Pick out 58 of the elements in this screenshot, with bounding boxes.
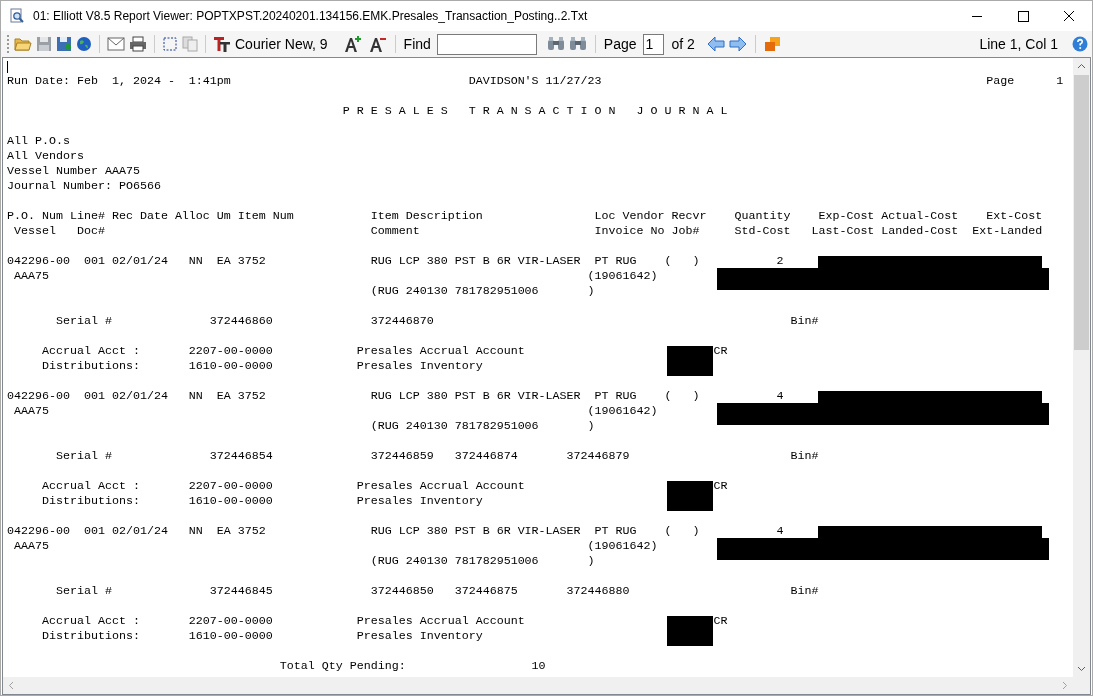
redaction-bar bbox=[667, 481, 713, 511]
globe-icon[interactable] bbox=[76, 36, 92, 52]
page-field[interactable]: 1 bbox=[642, 33, 664, 55]
report-line: (RUG 240130 781782951006 ) bbox=[369, 419, 595, 433]
report-line: All P.O.s bbox=[7, 134, 70, 148]
save-plus-icon[interactable] bbox=[56, 36, 72, 52]
report-line: (RUG 240130 781782951006 ) bbox=[369, 554, 595, 568]
report-line: Accrual Acct : 2207-00-0000 Presales Accrual Account CR bbox=[40, 479, 728, 493]
tiles-icon[interactable] bbox=[763, 36, 782, 52]
folder-icon[interactable] bbox=[14, 36, 32, 52]
report-line: (RUG 240130 781782951006 ) bbox=[369, 284, 595, 298]
app-icon bbox=[9, 8, 25, 24]
report-line: 042296-00 001 02/01/24 NN EA 3752 RUG LCP 380 PST B 6R VIR-LASER PT RUG ( ) 2 bbox=[7, 254, 784, 268]
redaction-bar bbox=[667, 616, 713, 646]
page-count: of 2 bbox=[671, 34, 695, 54]
report-line: P.O. Num Line# Rec Date Alloc Um Item Num Item Description Loc Vendor Recvr Quantity Exp-Cost Actual-Cost Ext-Cost bbox=[7, 209, 1043, 223]
report-line: Distributions: 1610-00-0000 Presales Inventory bbox=[40, 629, 483, 643]
font-smaller-icon[interactable] bbox=[368, 35, 387, 53]
save-icon[interactable] bbox=[36, 36, 52, 52]
scrollbar-thumb[interactable] bbox=[1074, 75, 1089, 350]
arrow-left-icon[interactable] bbox=[706, 36, 725, 52]
text-cursor bbox=[7, 61, 8, 73]
window-title: 01: Elliott V8.5 Report Viewer: POPTXPST.20240201.134156.EMK.Presales_Transaction_Posting..2.Txt bbox=[33, 8, 588, 25]
binoculars-icon[interactable] bbox=[546, 36, 565, 52]
font-larger-icon[interactable] bbox=[343, 35, 362, 53]
vertical-scrollbar[interactable] bbox=[1073, 58, 1090, 677]
printer-icon[interactable] bbox=[129, 36, 147, 52]
report-line: AAA75 (19061642) bbox=[13, 539, 658, 553]
font-icon[interactable] bbox=[213, 35, 231, 53]
envelope-icon[interactable] bbox=[107, 37, 125, 51]
arrow-right-icon[interactable] bbox=[728, 36, 747, 52]
select-icon[interactable] bbox=[162, 36, 178, 52]
report-line: Run Date: Feb 1, 2024 - 1:41pm DAVIDSON'S 11/27/23 Page 1 bbox=[7, 74, 1064, 88]
report-line: 042296-00 001 02/01/24 NN EA 3752 RUG LCP 380 PST B 6R VIR-LASER PT RUG ( ) 4 bbox=[7, 389, 784, 403]
report-line: All Vendors bbox=[7, 149, 84, 163]
redaction-bar bbox=[667, 346, 713, 376]
report-line: P R E S A L E S T R A N S A C T I O N J O U R N A L bbox=[341, 104, 728, 118]
page-label: Page bbox=[603, 34, 637, 54]
report-line: Distributions: 1610-00-0000 Presales Inventory bbox=[40, 494, 483, 508]
report-line: 042296-00 001 02/01/24 NN EA 3752 RUG LCP 380 PST B 6R VIR-LASER PT RUG ( ) 4 bbox=[7, 524, 784, 538]
report-line: Accrual Acct : 2207-00-0000 Presales Accrual Account CR bbox=[40, 614, 728, 628]
binoculars-icon[interactable] bbox=[568, 36, 587, 52]
report-line: Serial # 372446854 372446859 372446874 372446879 Bin# bbox=[54, 449, 819, 463]
help-icon[interactable] bbox=[1072, 36, 1088, 52]
cursor-position: Line 1, Col 1 bbox=[979, 34, 1058, 54]
report-line: Serial # 372446845 372446850 372446875 372446880 Bin# bbox=[54, 584, 819, 598]
font-selector[interactable]: Courier New, 9 bbox=[235, 33, 328, 55]
find-field[interactable] bbox=[436, 33, 537, 55]
report-line: Journal Number: PO6566 bbox=[7, 179, 161, 193]
report-line: Distributions: 1610-00-0000 Presales Inventory bbox=[40, 359, 483, 373]
report-line: Total Qty Pending: 10 bbox=[278, 659, 546, 673]
report-line: Serial # 372446860 372446870 Bin# bbox=[54, 314, 819, 328]
report-line: Accrual Acct : 2207-00-0000 Presales Accrual Account CR bbox=[40, 344, 728, 358]
report-line: AAA75 (19061642) bbox=[13, 404, 658, 418]
report-line: AAA75 (19061642) bbox=[13, 269, 658, 283]
report-line: Vessel Doc# Comment Invoice No Job# Std-Cost Last-Cost Landed-Cost Ext-Landed bbox=[13, 224, 1043, 238]
find-label: Find bbox=[403, 34, 431, 54]
report-line: Vessel Number AAA75 bbox=[7, 164, 140, 178]
